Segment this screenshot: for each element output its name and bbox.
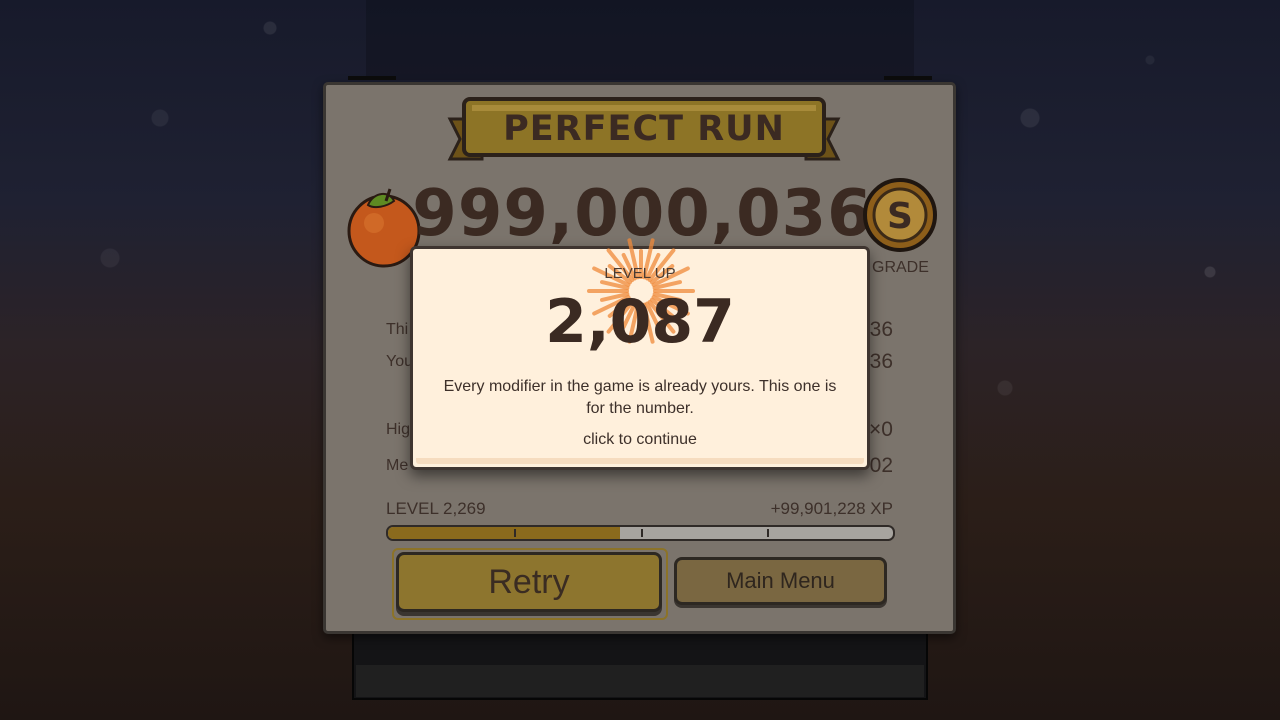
level-label: LEVEL 2,269 [386,499,486,518]
xp-tick [514,529,517,537]
grade-letter: S [887,196,913,237]
xp-tick [640,529,643,537]
level-up-modal[interactable]: LEVEL UP 2,087 Every modifier in the gam… [410,238,870,470]
xp-gain-label: +99,901,228 XP [770,499,893,518]
stat-value-this-run: 36 [869,318,893,341]
click-to-continue-prompt[interactable]: click to continue [413,431,867,449]
level-up-number: 2,087 [545,287,735,357]
background-tab [884,76,932,80]
xp-progress-fill [388,527,621,539]
background-board-bar [356,665,924,697]
background-tab [348,76,396,80]
background-pillar [366,0,914,80]
stat-value-yours: 36 [869,350,893,373]
stat-value-highest: ×0 [869,418,893,441]
stat-label-yours: You [386,353,413,370]
stat-label-highest: Hig [386,421,411,438]
stat-value-medals: 02 [869,454,893,477]
result-banner: PERFECT RUN [442,97,846,171]
s-medal-icon: S [862,177,938,253]
banner-title: PERFECT RUN [503,109,785,149]
grade-label: GRADE [872,259,929,276]
modal-bottom-edge [416,458,864,464]
level-up-title: LEVEL UP [604,265,676,282]
retry-button[interactable]: Retry [396,552,662,612]
xp-tick [766,529,769,537]
xp-progress-bar [386,525,895,541]
stat-label-this-run: Thi [386,321,409,338]
main-menu-button[interactable]: Main Menu [674,557,887,605]
stat-label-medals: Me [386,457,409,474]
level-up-message: Every modifier in the game is already yo… [443,378,837,417]
